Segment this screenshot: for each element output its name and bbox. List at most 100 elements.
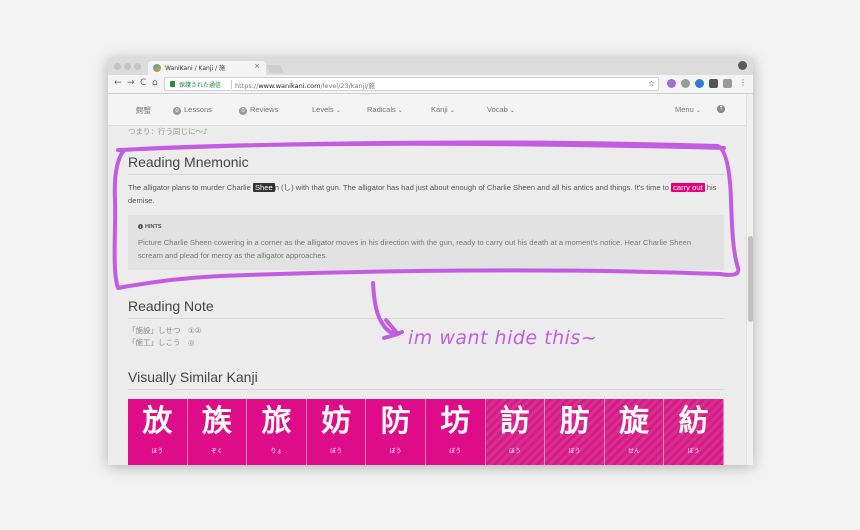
reading-mnemonic-heading: Reading Mnemonic [128,154,724,175]
url-text: https://www.wanikani.com/level/23/kanji/… [235,80,375,90]
scrollbar-thumb[interactable] [748,236,753,322]
browser-window: WaniKani / Kanji / 施 × ← → C ⌂ 保護された通信 h… [108,58,753,465]
kanji-character: 坊 [440,404,471,439]
bookmark-star-icon[interactable]: ☆ [648,79,655,88]
similar-kanji-item[interactable]: 紡ぼう [664,399,724,465]
url-scheme: https:// [235,82,259,90]
similar-kanji-item[interactable]: 旅りょ [247,399,307,465]
hints-box: i HINTS Picture Charlie Sheen cowering in… [128,215,724,270]
url-divider [231,80,232,89]
similar-kanji-item[interactable]: 妨ぼう [306,399,367,465]
kanji-character: 旋 [619,404,650,439]
nav-menu-label: Menu [675,105,694,114]
back-icon[interactable]: ← [114,78,122,88]
nav-kanji-label: Kanji [431,105,448,114]
chevron-down-icon: ⌄ [509,108,515,114]
kanji-reading: ほう [508,448,521,455]
profile-icon[interactable] [738,61,747,70]
kanji-character: 防 [380,404,411,439]
chevron-down-icon: ⌄ [397,108,403,114]
extension-icon[interactable] [667,79,676,88]
extension-icon[interactable] [695,79,704,88]
kanji-reading: ほう [151,448,164,455]
chevron-down-icon: ⌄ [335,108,341,114]
address-bar[interactable]: 保護された通信 https://www.wanikani.com/level/2… [164,77,659,91]
chevron-down-icon: ⌄ [449,108,455,114]
similar-kanji-item[interactable]: 防ぼう [366,399,426,465]
nav-levels[interactable]: Levels ⌄ [312,105,341,114]
site-logo[interactable]: 鰐蟹 [136,105,151,116]
url-host: www.wanikani.com [258,82,321,90]
forward-icon[interactable]: → [127,78,135,88]
nav-lessons[interactable]: 0 Lessons [173,105,212,115]
kanji-character: 妨 [321,404,352,439]
similar-kanji-item[interactable]: 放ほう [128,399,188,465]
reading-mnemonic-text: The alligator plans to murder Charlie Sh… [128,181,724,207]
tab-close-icon[interactable]: × [254,62,260,70]
reading-highlight: carry out [671,183,705,192]
mnemonic-text-part: n (し) with that gun. The alligator has h… [274,183,672,192]
window-minimize-control[interactable] [124,63,131,70]
reload-icon[interactable]: C [140,78,146,88]
reading-mnemonic-section: Reading Mnemonic The alligator plans to … [128,154,724,270]
reading-note-heading: Reading Note [128,298,724,319]
nav-menu[interactable]: Menu ⌄ [675,105,701,114]
kanji-reading: ぼう [330,448,343,455]
browser-toolbar: ← → C ⌂ 保護された通信 https://www.wanikani.com… [108,75,753,94]
hints-text: Picture Charlie Sheen cowering in a corn… [138,238,692,260]
reviews-count-badge: 0 [239,107,247,115]
browser-tab[interactable]: WaniKani / Kanji / 施 × [148,61,266,75]
secure-connection-label: 保護された通信 [179,82,222,89]
nav-radicals-label: Radicals [367,105,396,114]
new-tab-button[interactable] [266,65,284,73]
kanji-character: 放 [142,404,173,439]
home-icon[interactable]: ⌂ [152,78,158,88]
lock-icon [170,81,175,87]
browser-menu-icon[interactable]: ⋮ [739,78,747,87]
scroll-top-icon[interactable]: ↑ [717,105,725,113]
tab-strip: WaniKani / Kanji / 施 × [108,58,753,75]
nav-reviews[interactable]: 0 Reviews [239,105,278,115]
extension-icon[interactable] [709,79,718,88]
nav-reviews-label: Reviews [250,105,279,114]
nav-levels-label: Levels [312,105,334,114]
extension-icon[interactable] [681,79,690,88]
nav-vocab-label: Vocab [487,105,508,114]
similar-kanji-heading: Visually Similar Kanji [128,369,724,390]
similar-kanji-item[interactable]: 肪ぼう [545,399,605,465]
similar-kanji-item[interactable]: 旋せん [604,399,665,465]
lessons-count-badge: 0 [173,107,181,115]
kanji-reading: ぼう [687,448,700,455]
similar-kanji-grid: 放ほう族ぞく旅りょ妨ぼう防ぼう坊ぼう訪ほう肪ぼう旋せん紡ぼう [128,399,724,465]
nav-radicals[interactable]: Radicals ⌄ [367,105,403,114]
hints-label-text: HINTS [145,224,162,230]
nav-vocab[interactable]: Vocab ⌄ [487,105,515,114]
window-close-control[interactable] [114,63,121,70]
kanji-reading: せん [628,448,641,455]
favicon-icon [153,64,161,72]
kanji-character: 紡 [678,404,709,439]
similar-kanji-item[interactable]: 坊ぼう [425,399,486,465]
page-content: 鰐蟹 0 Lessons 0 Reviews Levels ⌄ Radicals ⌄ K… [108,94,753,465]
kanji-character: 肪 [559,404,590,439]
hints-label: i HINTS [138,224,714,230]
similar-kanji-item[interactable]: 族ぞく [187,399,248,465]
extension-icon[interactable] [723,79,732,88]
radical-highlight: Shee [252,183,275,192]
nav-kanji[interactable]: Kanji ⌄ [431,105,455,114]
chevron-down-icon: ⌄ [695,108,701,114]
page-scrollbar[interactable] [746,94,753,465]
kanji-character: 旅 [261,404,292,439]
window-zoom-control[interactable] [134,63,141,70]
nav-lessons-label: Lessons [184,105,212,114]
kanji-reading: ぼう [449,448,462,455]
url-path: /level/23/kanji/施 [320,82,375,90]
similar-kanji-item[interactable]: 訪ほう [485,399,546,465]
annotation-text: im want hide this~ [408,327,598,349]
info-icon: i [138,224,143,229]
mnemonic-text-part: The alligator plans to murder Charlie [128,183,253,192]
kanji-character: 訪 [499,404,530,439]
site-navigation: 鰐蟹 0 Lessons 0 Reviews Levels ⌄ Radicals ⌄ K… [108,94,746,126]
kanji-reading: ぼう [389,448,402,455]
previous-section-text: つまり：行う同じに～♪ [128,127,208,136]
